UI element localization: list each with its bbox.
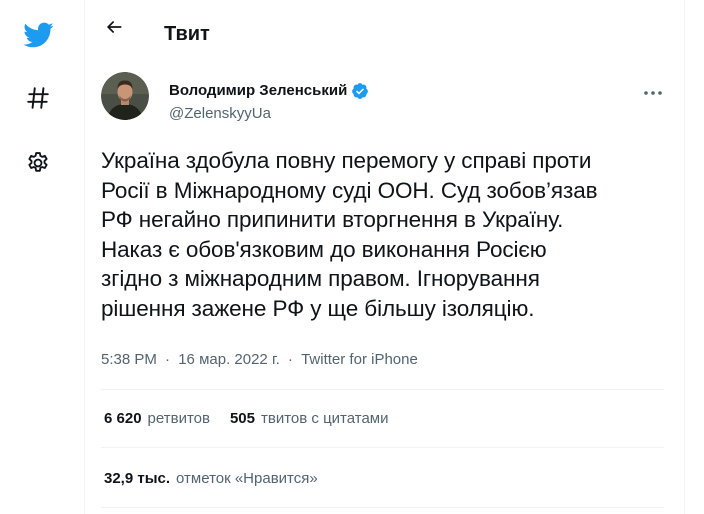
author-handle[interactable]: @ZelenskyyUa	[169, 104, 271, 124]
twitter-home-button[interactable]	[14, 11, 62, 59]
likes-link[interactable]: 32,9 тыс. отметок «Нравится»	[104, 469, 318, 489]
back-button[interactable]	[97, 10, 131, 44]
quotes-label: твитов с цитатами	[261, 410, 389, 427]
tweet-author: Володимир Зеленський @ZelenskyyUa	[101, 72, 668, 128]
sidebar-nav	[0, 0, 76, 514]
more-options-button[interactable]	[638, 78, 668, 108]
tweet-time[interactable]: 5:38 PM	[101, 351, 157, 368]
avatar[interactable]	[101, 72, 149, 120]
retweets-link[interactable]: 6 620 ретвитов	[104, 409, 210, 429]
more-dots-icon	[644, 91, 662, 95]
meta-separator: ·	[287, 351, 293, 368]
likes-label: отметок «Нравится»	[176, 470, 318, 487]
explore-button[interactable]	[14, 74, 62, 122]
tweet-page: Твит Володимир Зеленський @ZelenskyyUa У…	[0, 0, 704, 514]
meta-separator: ·	[165, 351, 171, 368]
tweet-source[interactable]: Twitter for iPhone	[301, 351, 418, 368]
tweet-date[interactable]: 16 мар. 2022 г.	[178, 351, 280, 368]
avatar-image	[101, 72, 149, 120]
divider	[101, 507, 664, 508]
likes-count: 32,9 тыс.	[104, 470, 171, 487]
author-name-row: Володимир Зеленський	[169, 81, 369, 101]
retweet-stats-row: 6 620 ретвитов 505 твитов с цитатами	[104, 409, 409, 429]
quotes-count: 505	[229, 410, 255, 427]
settings-button[interactable]	[14, 139, 62, 187]
retweets-count: 6 620	[104, 410, 142, 427]
gear-icon	[28, 152, 48, 172]
retweets-label: ретвитов	[147, 410, 210, 427]
verified-badge-icon	[352, 83, 369, 99]
divider	[101, 389, 664, 390]
hashtag-icon	[27, 87, 49, 109]
page-header: Твит	[85, 0, 684, 53]
quotes-link[interactable]: 505 твитов с цитатами	[230, 409, 389, 429]
twitter-bird-icon	[23, 22, 54, 48]
author-name[interactable]: Володимир Зеленський	[169, 81, 347, 101]
main-column: Твит Володимир Зеленський @ZelenskyyUa У…	[84, 0, 685, 514]
likes-stats-row: 32,9 тыс. отметок «Нравится»	[104, 469, 338, 489]
page-title: Твит	[164, 23, 210, 45]
divider	[101, 447, 664, 448]
tweet-text: Україна здобула повну перемогу у справі …	[101, 148, 598, 321]
back-arrow-icon	[107, 21, 122, 33]
tweet-meta: 5:38 PM · 16 мар. 2022 г. · Twitter for …	[101, 350, 418, 370]
